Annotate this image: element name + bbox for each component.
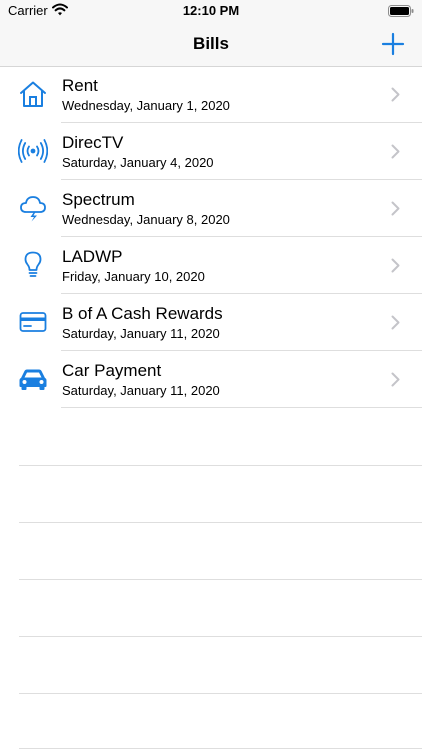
bill-date: Wednesday, January 1, 2020 — [62, 98, 230, 113]
lightbulb-icon — [24, 251, 42, 277]
bill-name: Car Payment — [62, 361, 162, 380]
empty-row-separator — [19, 636, 422, 637]
navigation-bar: Bills — [0, 22, 422, 66]
bill-date: Friday, January 10, 2020 — [62, 269, 205, 284]
empty-row-separator — [19, 579, 422, 580]
bill-name: LADWP — [62, 247, 123, 266]
bill-row-spectrum[interactable]: Spectrum Wednesday, January 8, 2020 — [0, 180, 422, 237]
bills-list: Rent Wednesday, January 1, 2020 DirecTV … — [0, 66, 422, 408]
bill-row-directv[interactable]: DirecTV Saturday, January 4, 2020 — [0, 123, 422, 180]
empty-row-separator — [19, 522, 422, 523]
top-bar: Carrier 12:10 PM Bills — [0, 0, 422, 67]
chevron-right-icon — [391, 258, 400, 273]
empty-row-separator — [19, 693, 422, 694]
bill-row-rent[interactable]: Rent Wednesday, January 1, 2020 — [0, 66, 422, 123]
credit-card-icon — [19, 312, 47, 332]
house-icon — [20, 81, 46, 107]
broadcast-icon — [18, 139, 48, 163]
bill-date: Saturday, January 4, 2020 — [62, 155, 214, 170]
bill-name: Spectrum — [62, 190, 135, 209]
battery-icon — [388, 5, 414, 17]
cloud-bolt-icon — [20, 196, 46, 222]
plus-icon — [381, 32, 405, 56]
bill-name: B of A Cash Rewards — [62, 304, 223, 323]
status-time: 12:10 PM — [182, 3, 240, 18]
chevron-right-icon — [391, 315, 400, 330]
chevron-right-icon — [391, 144, 400, 159]
bill-name: DirecTV — [62, 133, 124, 152]
bill-row-ladwp[interactable]: LADWP Friday, January 10, 2020 — [0, 237, 422, 294]
chevron-right-icon — [391, 201, 400, 216]
empty-row-separator — [19, 748, 422, 749]
bill-name: Rent — [62, 76, 98, 95]
bill-date: Wednesday, January 8, 2020 — [62, 212, 230, 227]
bill-row-car-payment[interactable]: Car Payment Saturday, January 11, 2020 — [0, 351, 422, 408]
car-icon — [19, 369, 47, 390]
chevron-right-icon — [391, 372, 400, 387]
status-bar: Carrier 12:10 PM — [0, 0, 422, 22]
bill-date: Saturday, January 11, 2020 — [62, 383, 220, 398]
add-bill-button[interactable] — [380, 31, 406, 57]
bill-row-b-of-a-cash-rewards[interactable]: B of A Cash Rewards Saturday, January 11… — [0, 294, 422, 351]
chevron-right-icon — [391, 87, 400, 102]
empty-row-separator — [19, 465, 422, 466]
page-title: Bills — [193, 34, 229, 53]
bill-date: Saturday, January 11, 2020 — [62, 326, 220, 341]
